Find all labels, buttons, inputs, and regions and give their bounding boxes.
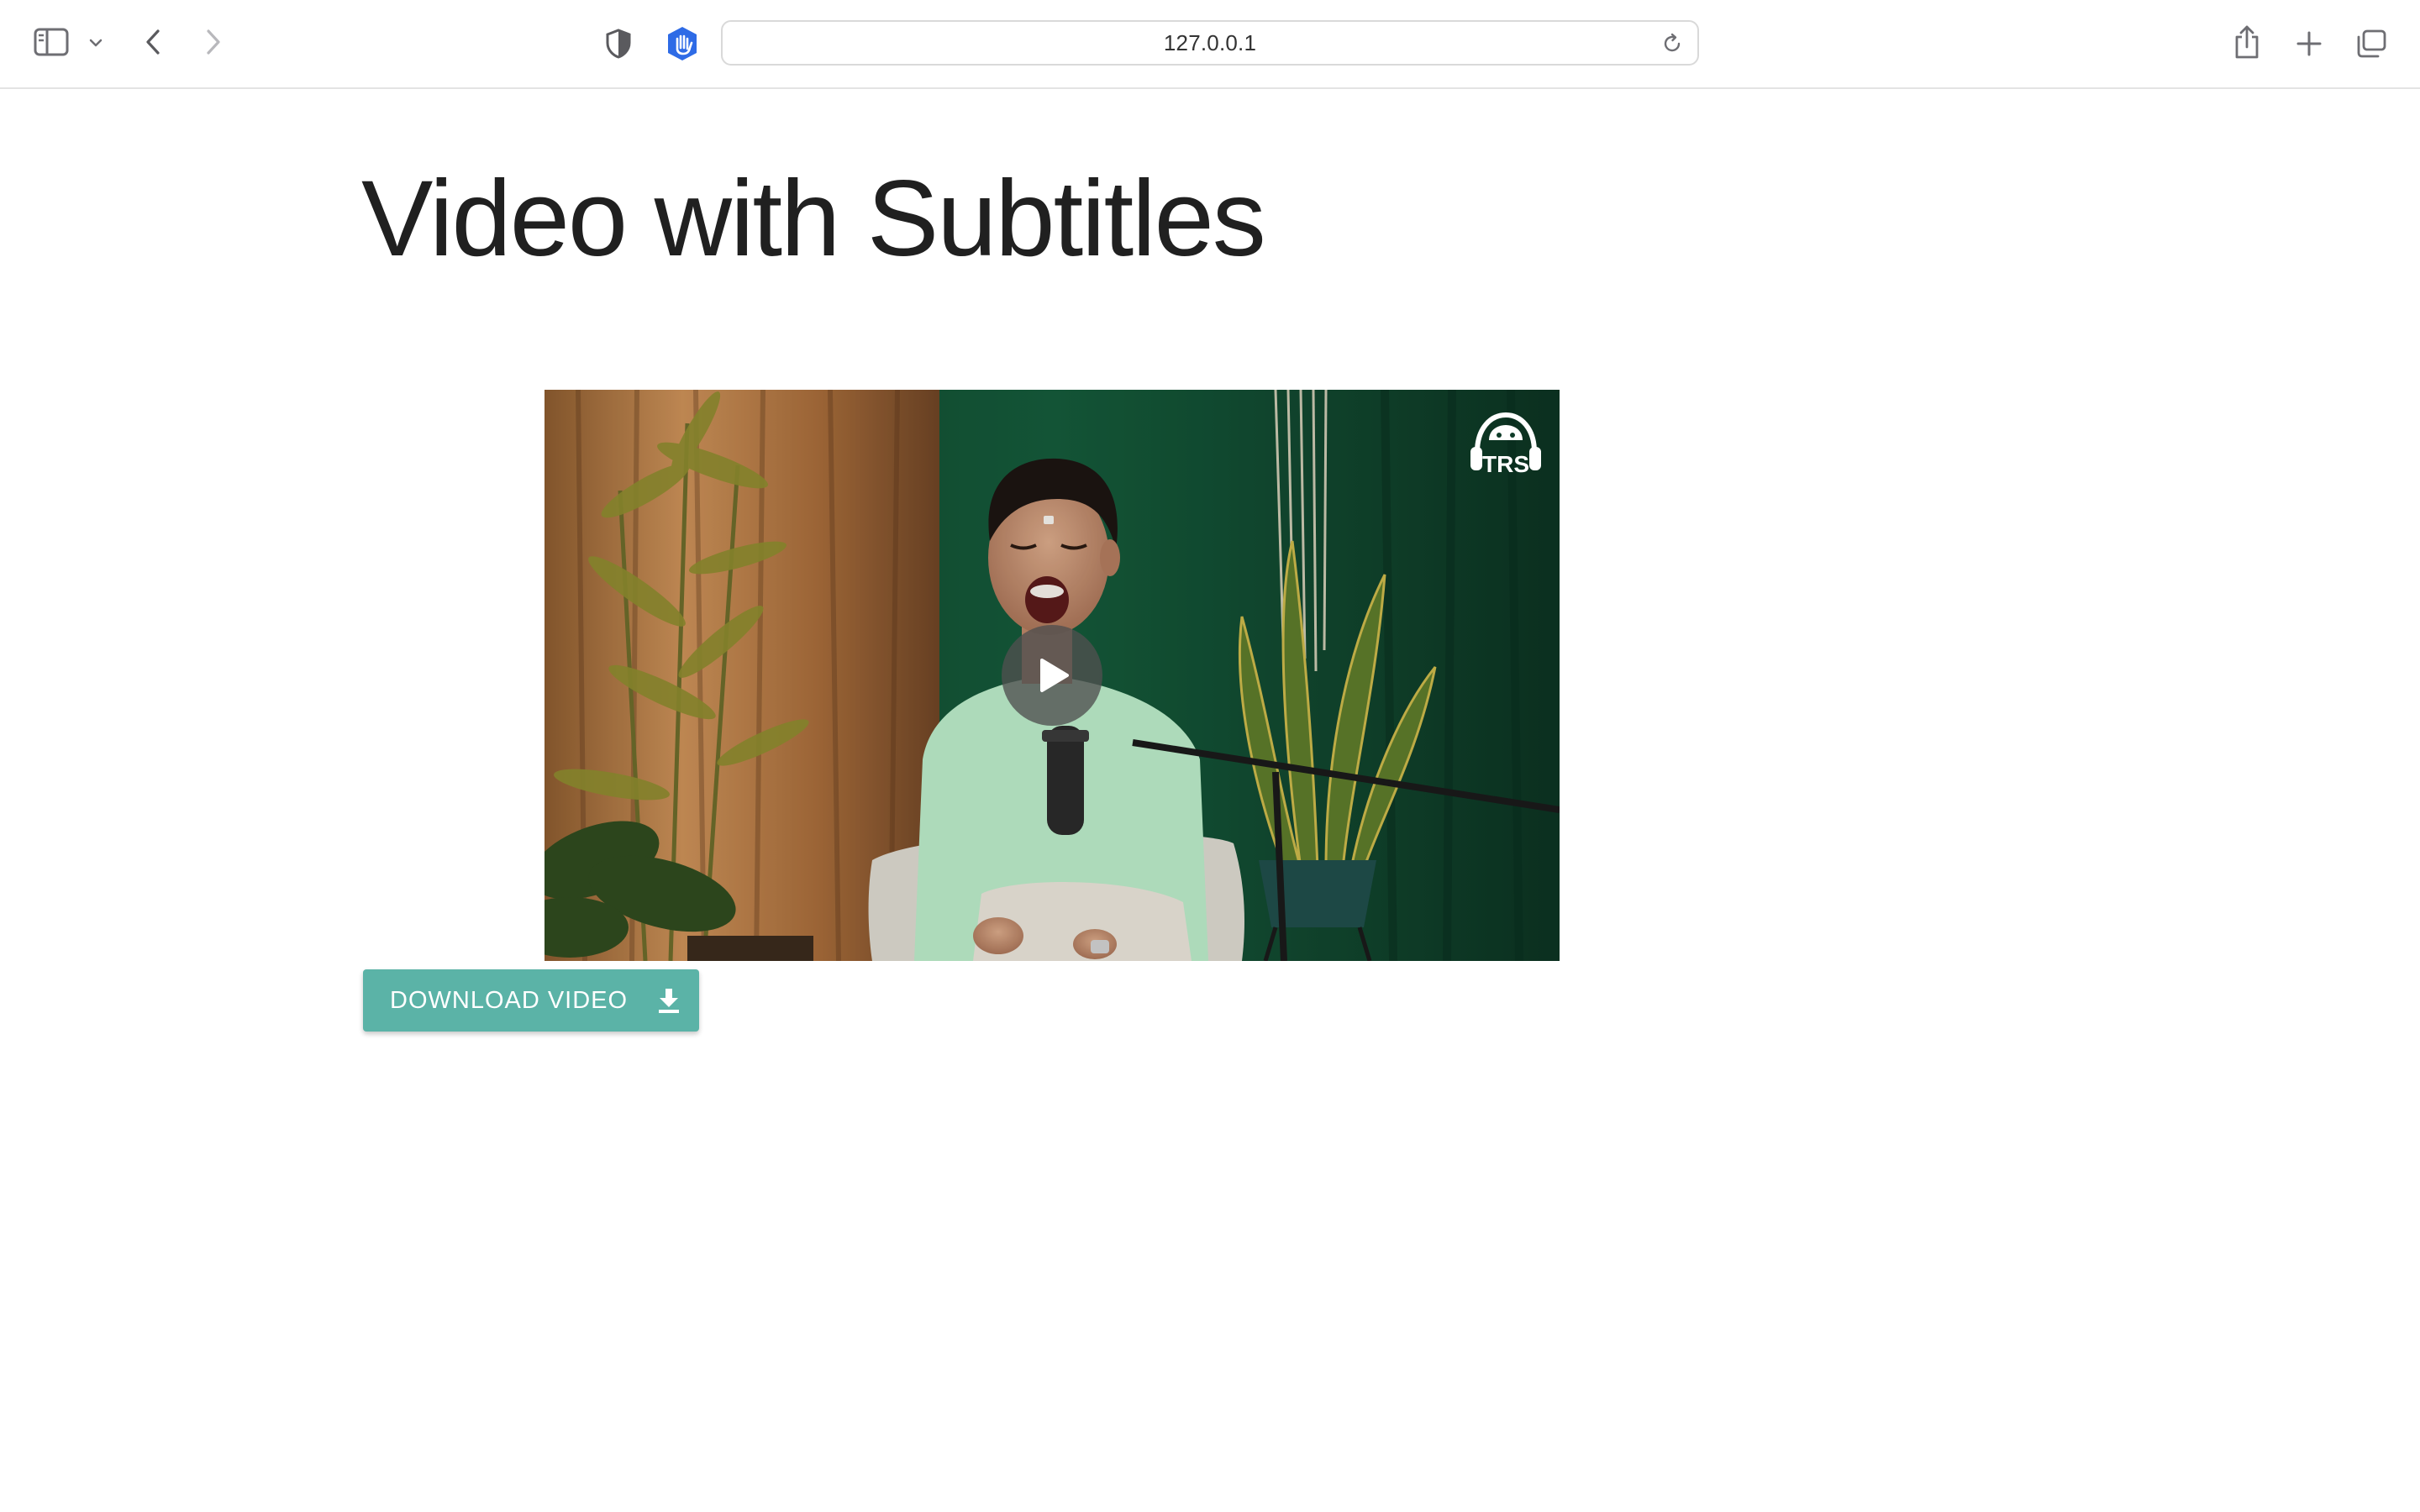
download-icon (656, 987, 681, 1014)
share-icon[interactable] (2228, 22, 2265, 62)
plus-icon[interactable] (2291, 25, 2328, 62)
chevron-down-icon[interactable] (84, 32, 108, 54)
tabs-icon[interactable] (2353, 25, 2390, 62)
video-player[interactable]: TRS (544, 390, 1560, 961)
hand-blocker-icon[interactable] (662, 24, 702, 64)
url-text: 127.0.0.1 (1163, 29, 1257, 55)
privacy-shield-icon[interactable] (600, 25, 637, 62)
play-icon (1040, 659, 1069, 692)
forward-arrow-icon[interactable] (198, 25, 229, 59)
play-button[interactable] (1002, 625, 1102, 726)
reload-icon[interactable] (1660, 32, 1684, 55)
channel-logo: TRS (1465, 407, 1546, 487)
logo-text: TRS (1482, 451, 1529, 477)
download-video-button[interactable]: DOWNLOAD VIDEO (363, 969, 699, 1032)
back-arrow-icon[interactable] (138, 25, 168, 59)
download-button-label: DOWNLOAD VIDEO (390, 986, 629, 1014)
address-bar[interactable]: 127.0.0.1 (721, 20, 1699, 66)
page-title: Video with Subtitles (361, 159, 1266, 279)
sidebar-icon[interactable] (32, 25, 71, 59)
browser-toolbar: 127.0.0.1 (0, 0, 2420, 89)
